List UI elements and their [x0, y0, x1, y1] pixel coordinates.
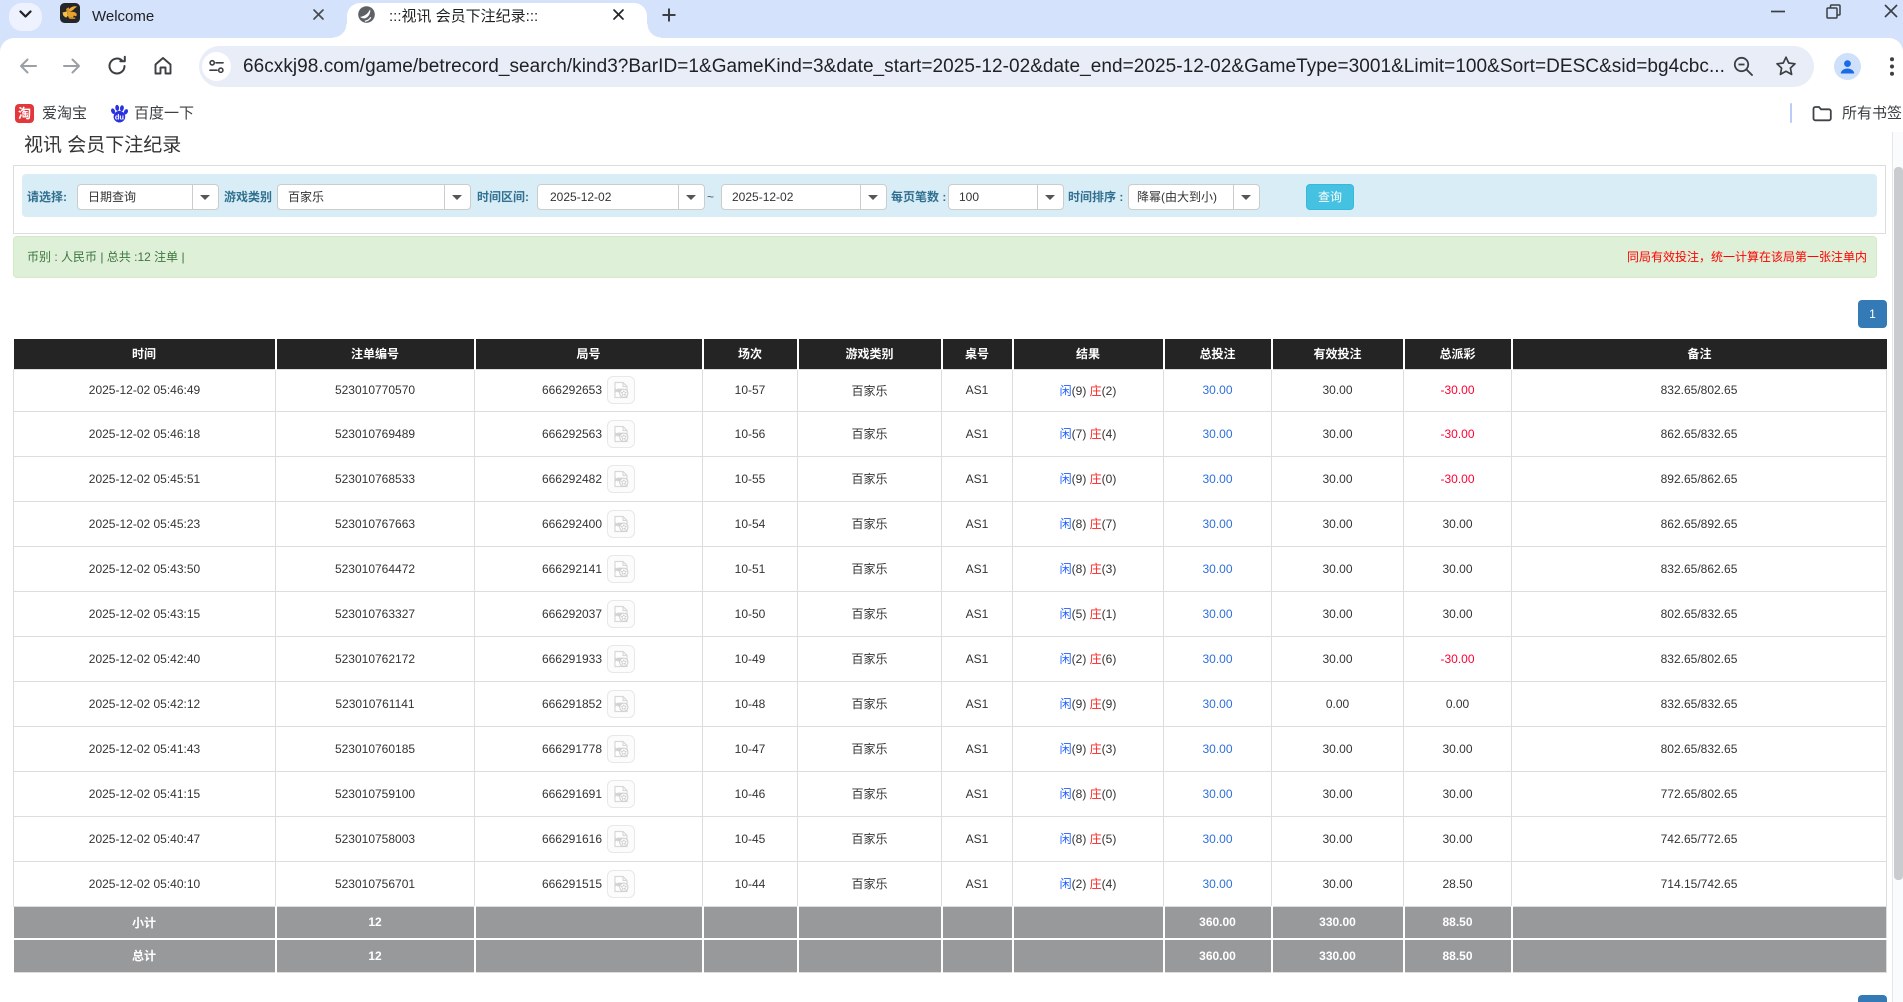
svg-text:du: du	[115, 112, 125, 121]
